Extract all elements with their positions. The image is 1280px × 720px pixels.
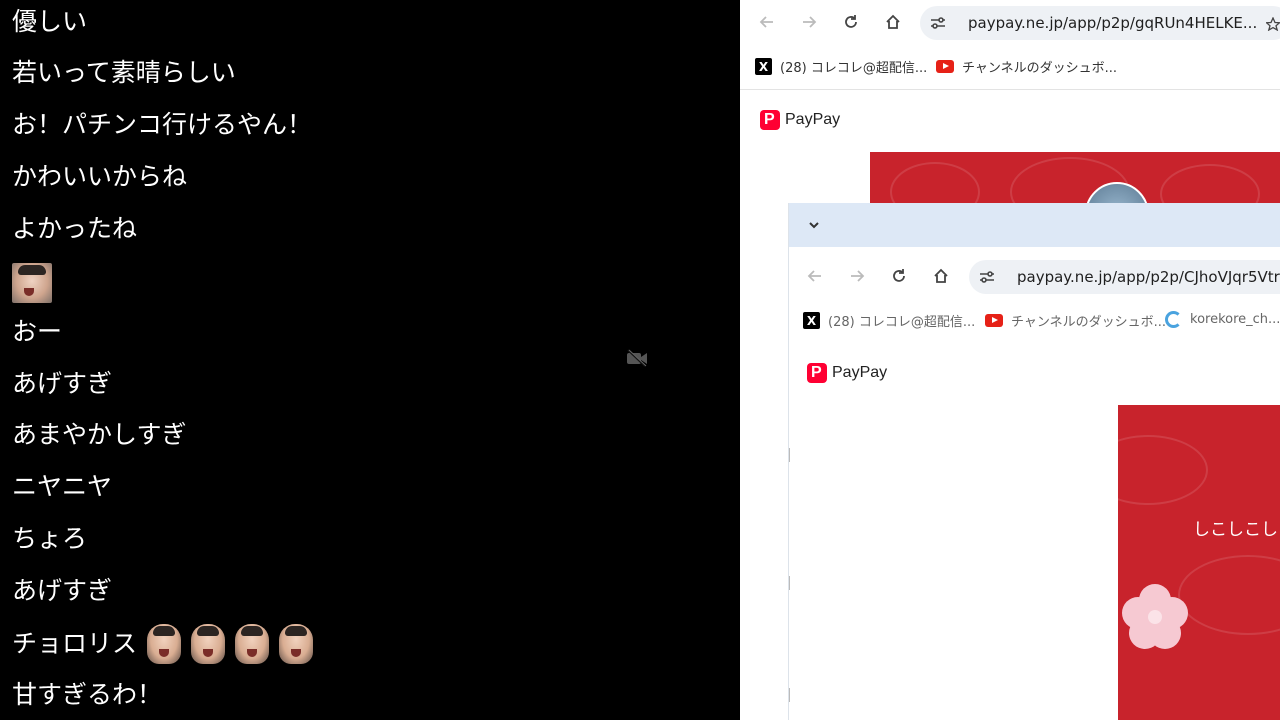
- chat-message: ちょろ: [12, 524, 88, 553]
- home-icon[interactable]: [929, 264, 953, 288]
- face-stamp-icon: [12, 263, 52, 303]
- bookmark-item[interactable]: チャンネルのダッシュボ...: [936, 57, 1117, 76]
- address-text: paypay.ne.jp/app/p2p/CJhoVJqr5Vtr: [1017, 268, 1280, 286]
- korekore-icon: [1165, 311, 1182, 328]
- tab-bar: [789, 203, 1280, 247]
- chat-message: 優しい: [12, 7, 88, 36]
- chat-overlay: 優しい 若いって素晴らしい お！パチンコ行けるやん！ かわいいからね よかったね…: [0, 0, 740, 720]
- youtube-icon: [936, 60, 954, 73]
- chat-message: あげすぎ: [12, 369, 113, 398]
- paypay-mark-icon: [807, 363, 827, 383]
- browser-window: paypay.ne.jp/app/p2p/gqRUn4HELKE... X (2…: [740, 0, 1280, 720]
- star-icon[interactable]: [1266, 12, 1280, 36]
- bookmark-label: (28) コレコレ@超配信...: [780, 61, 928, 76]
- chat-message: お！パチンコ行けるやん！: [12, 110, 313, 139]
- paypay-logo: PayPay: [760, 110, 840, 130]
- forward-icon[interactable]: [845, 264, 869, 288]
- chat-message: あげすぎ: [12, 576, 113, 605]
- bookmark-label: korekore_ch...: [1190, 312, 1280, 327]
- forward-icon[interactable]: [797, 10, 821, 34]
- gift-card: しこしこし: [1118, 405, 1280, 720]
- chat-message: あまやかしすぎ: [12, 420, 187, 449]
- reload-icon[interactable]: [887, 264, 911, 288]
- address-text: paypay.ne.jp/app/p2p/gqRUn4HELKE...: [968, 14, 1258, 32]
- chevron-down-icon[interactable]: [802, 213, 826, 237]
- bookmark-item[interactable]: X (28) コレコレ@超配信...: [755, 57, 927, 76]
- bookmark-item[interactable]: korekore_ch...: [1165, 311, 1280, 328]
- x-icon: X: [803, 312, 820, 329]
- tune-icon[interactable]: [969, 270, 1005, 284]
- camera-off-icon: [627, 349, 647, 367]
- x-icon: X: [755, 58, 772, 75]
- address-bar[interactable]: paypay.ne.jp/app/p2p/CJhoVJqr5Vtr: [969, 260, 1280, 294]
- card-text: しこしこし: [1193, 520, 1278, 540]
- chat-message: 若いって素晴らしい: [12, 58, 236, 87]
- bookmark-label: チャンネルのダッシュボ...: [962, 61, 1118, 76]
- chat-message: よかったね: [12, 214, 138, 243]
- chat-message: ニヤニヤ: [12, 472, 113, 501]
- chat-message-text: チョロリス: [12, 629, 138, 658]
- address-bar[interactable]: paypay.ne.jp/app/p2p/gqRUn4HELKE...: [920, 6, 1280, 40]
- bookmark-item[interactable]: X (28) コレコレ@超配信...: [803, 311, 975, 330]
- chat-message: 甘すぎるわ！: [12, 680, 163, 709]
- chat-message-with-stamps: チョロリス: [12, 624, 314, 664]
- face-stamp-icon: [191, 624, 226, 664]
- bookmark-label: (28) コレコレ@超配信...: [828, 315, 976, 330]
- bookmark-label: チャンネルのダッシュボ...: [1011, 315, 1167, 330]
- back-icon[interactable]: [755, 10, 779, 34]
- face-stamp-icon: [279, 624, 314, 664]
- tune-icon[interactable]: [920, 16, 956, 30]
- chat-message-stamp: [12, 263, 52, 303]
- flower-icon: [1122, 584, 1188, 649]
- inner-browser-window: paypay.ne.jp/app/p2p/CJhoVJqr5Vtr X (28)…: [788, 203, 1280, 720]
- face-stamp-icon: [235, 624, 270, 664]
- chat-message: おー: [12, 317, 63, 346]
- face-stamp-icon: [147, 624, 182, 664]
- logo-text: PayPay: [832, 364, 888, 381]
- bookmark-item[interactable]: チャンネルのダッシュボ...: [985, 311, 1166, 330]
- home-icon[interactable]: [881, 10, 905, 34]
- paypay-mark-icon: [760, 110, 780, 130]
- reload-icon[interactable]: [839, 10, 863, 34]
- back-icon[interactable]: [803, 264, 827, 288]
- paypay-logo: PayPay: [807, 363, 887, 383]
- divider: [740, 89, 1280, 90]
- chat-message: かわいいからね: [12, 162, 188, 191]
- logo-text: PayPay: [785, 111, 841, 128]
- youtube-icon: [985, 314, 1003, 327]
